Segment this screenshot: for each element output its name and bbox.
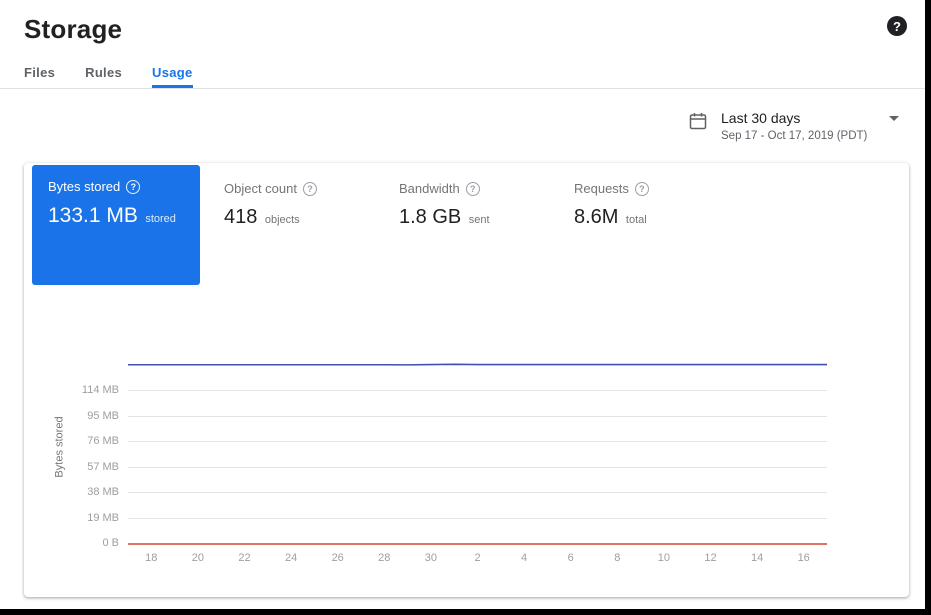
metric-value-row: 133.1 MB stored <box>48 204 184 228</box>
usage-card: Bytes stored ? 133.1 MB stored Object co… <box>24 163 909 597</box>
tab-bar: Files Rules Usage <box>0 56 925 89</box>
x-tick-label: 4 <box>521 552 527 564</box>
plot-area: 0 B19 MB38 MB57 MB76 MB95 MB114 MB182022… <box>128 350 827 543</box>
tab-rules[interactable]: Rules <box>85 56 122 88</box>
metric-value: 8.6M <box>574 206 618 228</box>
tab-usage[interactable]: Usage <box>152 56 193 88</box>
chevron-down-icon[interactable] <box>889 116 899 121</box>
y-axis-title: Bytes stored <box>30 350 90 543</box>
x-tick-label: 20 <box>192 552 204 564</box>
x-tick-label: 6 <box>568 552 574 564</box>
metric-value: 1.8 GB <box>399 206 461 228</box>
date-range-text: Last 30 days Sep 17 - Oct 17, 2019 (PDT) <box>721 110 889 142</box>
metric-value-row: 8.6M total <box>574 206 701 229</box>
metric-label-text: Bytes stored <box>48 179 120 194</box>
metric-unit: stored <box>145 213 176 225</box>
page-header: Storage ? <box>0 0 925 52</box>
y-tick-label: 38 MB <box>87 486 119 498</box>
metric-unit: objects <box>265 214 300 226</box>
metric-cards-row: Bytes stored ? 133.1 MB stored Object co… <box>32 165 901 285</box>
metric-value-row: 418 objects <box>224 206 351 229</box>
metric-value-row: 1.8 GB sent <box>399 206 526 229</box>
x-tick-label: 22 <box>238 552 250 564</box>
series-line <box>128 364 827 365</box>
x-tick-label: 14 <box>751 552 763 564</box>
y-tick-label: 0 B <box>102 537 119 549</box>
metric-card-bandwidth[interactable]: Bandwidth ? 1.8 GB sent <box>375 165 550 229</box>
x-tick-label: 12 <box>704 552 716 564</box>
question-mark-icon: ? <box>893 19 901 34</box>
date-range-selector[interactable]: Last 30 days Sep 17 - Oct 17, 2019 (PDT) <box>689 110 899 142</box>
metric-label-text: Bandwidth <box>399 181 460 196</box>
y-tick-label: 76 MB <box>87 435 119 447</box>
y-tick-label: 57 MB <box>87 461 119 473</box>
x-tick-label: 2 <box>474 552 480 564</box>
metric-card-object-count[interactable]: Object count ? 418 objects <box>200 165 375 229</box>
help-circle-icon[interactable]: ? <box>635 182 649 196</box>
metric-unit: total <box>626 214 647 226</box>
metric-value: 133.1 MB <box>48 204 138 227</box>
metric-label: Bytes stored ? <box>48 179 184 194</box>
chart-series <box>128 350 827 543</box>
x-axis-line <box>128 543 827 545</box>
metric-label-text: Requests <box>574 181 629 196</box>
storage-page: Storage ? Files Rules Usage Last 30 days… <box>0 0 925 609</box>
help-circle-icon[interactable]: ? <box>126 180 140 194</box>
x-tick-label: 24 <box>285 552 297 564</box>
metric-card-bytes-stored[interactable]: Bytes stored ? 133.1 MB stored <box>32 165 200 285</box>
usage-chart: Bytes stored 0 B19 MB38 MB57 MB76 MB95 M… <box>24 323 909 597</box>
metric-value: 418 <box>224 206 257 228</box>
metric-label: Requests ? <box>574 181 701 196</box>
help-button[interactable]: ? <box>887 16 907 36</box>
page-title: Storage <box>24 14 901 45</box>
help-circle-icon[interactable]: ? <box>303 182 317 196</box>
metric-card-requests[interactable]: Requests ? 8.6M total <box>550 165 725 229</box>
metric-label: Object count ? <box>224 181 351 196</box>
y-axis-title-text: Bytes stored <box>54 416 66 477</box>
metric-label-text: Object count <box>224 181 297 196</box>
x-tick-label: 10 <box>658 552 670 564</box>
x-tick-label: 16 <box>798 552 810 564</box>
metric-unit: sent <box>469 214 490 226</box>
y-tick-label: 95 MB <box>87 410 119 422</box>
x-tick-label: 8 <box>614 552 620 564</box>
x-tick-label: 28 <box>378 552 390 564</box>
date-range-detail: Sep 17 - Oct 17, 2019 (PDT) <box>721 130 889 142</box>
calendar-icon <box>689 112 707 130</box>
y-tick-label: 19 MB <box>87 512 119 524</box>
y-tick-label: 114 MB <box>82 384 119 396</box>
x-tick-label: 30 <box>425 552 437 564</box>
help-circle-icon[interactable]: ? <box>466 182 480 196</box>
metric-label: Bandwidth ? <box>399 181 526 196</box>
x-tick-label: 26 <box>332 552 344 564</box>
x-tick-label: 18 <box>145 552 157 564</box>
date-range-label: Last 30 days <box>721 110 889 126</box>
tab-files[interactable]: Files <box>24 56 55 88</box>
